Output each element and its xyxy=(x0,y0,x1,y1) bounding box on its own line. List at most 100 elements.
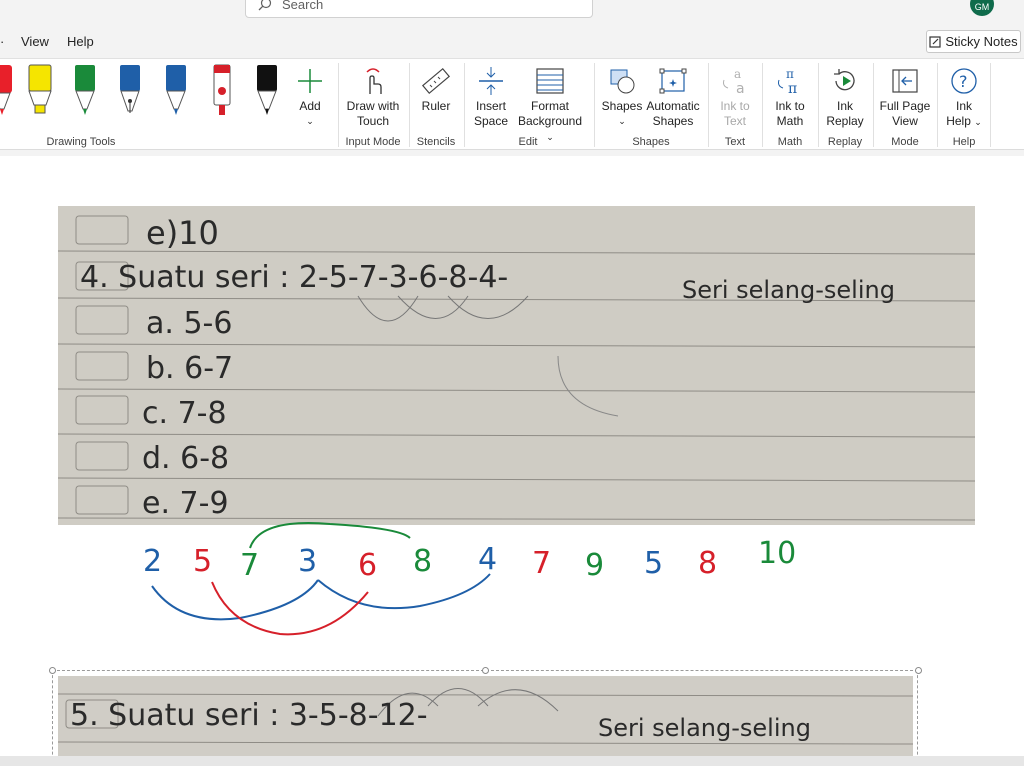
insert-space-button[interactable]: Insert Space xyxy=(470,63,512,129)
photo-option-d: d. 6-8 xyxy=(142,441,230,476)
red-marker-icon[interactable] xyxy=(208,63,236,117)
pi-math-icon: ππ xyxy=(778,67,797,96)
ribbon-divider xyxy=(409,63,410,147)
ink-number: 5 xyxy=(193,544,213,579)
red-ink-arc xyxy=(211,581,369,636)
ribbon-divider xyxy=(708,63,709,147)
full-page-view-button[interactable]: Full Page View xyxy=(877,63,933,129)
full-page-view-label-1: Full Page xyxy=(879,99,931,113)
ink-number: 7 xyxy=(532,546,552,581)
search-box[interactable]: Search xyxy=(245,0,593,18)
ruler-button[interactable]: Ruler xyxy=(414,63,458,114)
photo-line-question-4: 4. Suatu seri : 2-5-7-3-6-8-4- xyxy=(80,260,509,295)
svg-text:a: a xyxy=(736,81,745,96)
ink-replay-label-2: Replay xyxy=(826,114,864,128)
blue-pen-icon[interactable] xyxy=(162,63,190,117)
ribbon-divider xyxy=(818,63,819,147)
ribbon-divider xyxy=(594,63,595,147)
ink-to-math-button[interactable]: ππ Ink to Math xyxy=(766,63,814,129)
sticky-notes-button[interactable]: Sticky Notes xyxy=(926,30,1021,53)
ink-help-button[interactable]: ? Ink Help ⌄ xyxy=(942,63,986,130)
full-page-view-label-2: View xyxy=(892,114,918,128)
automatic-shapes-label-1: Automatic xyxy=(646,99,700,113)
ribbon-divider xyxy=(464,63,465,147)
plus-icon xyxy=(298,69,322,93)
ink-to-text-icon: aa xyxy=(723,67,745,96)
draw-with-touch-button[interactable]: Draw with Touch xyxy=(343,63,403,129)
ribbon-divider xyxy=(338,63,339,147)
ink-replay-button[interactable]: Ink Replay xyxy=(822,63,868,129)
ink-number: 5 xyxy=(644,546,664,581)
ribbon-divider xyxy=(762,63,763,147)
selection-frame[interactable] xyxy=(49,667,922,766)
sticky-note-icon xyxy=(929,35,941,48)
group-replay: Replay xyxy=(827,136,863,148)
ink-to-math-label-2: Math xyxy=(776,114,804,128)
group-shapes: Shapes xyxy=(632,136,670,148)
ink-number: 8 xyxy=(698,546,718,581)
shapes-button[interactable]: Shapes ⌄ xyxy=(600,63,644,129)
photo-option-e: e. 7-9 xyxy=(142,486,229,521)
status-bar xyxy=(0,756,1024,766)
page-canvas[interactable]: e)10 4. Suatu seri : 2-5-7-3-6-8-4- Seri… xyxy=(0,156,1024,766)
automatic-shapes-button[interactable]: Automatic Shapes xyxy=(644,63,702,129)
help-icon: ? xyxy=(951,68,977,94)
group-edit: Edit xyxy=(518,136,538,148)
ink-to-math-label-1: Ink to xyxy=(775,99,805,113)
yellow-highlighter-icon[interactable] xyxy=(26,63,54,117)
ribbon-divider xyxy=(873,63,874,147)
ink-help-label-1: Ink xyxy=(955,99,972,113)
black-pen-icon[interactable] xyxy=(253,63,281,117)
ruler-label: Ruler xyxy=(421,99,451,113)
avatar-initials: GM xyxy=(974,2,990,12)
shapes-label: Shapes xyxy=(601,99,643,113)
draw-with-touch-label-2: Touch xyxy=(356,114,390,128)
menu-view[interactable]: View xyxy=(21,34,49,49)
add-label: Add xyxy=(299,99,321,113)
resize-handle[interactable] xyxy=(49,667,56,674)
group-text: Text xyxy=(724,136,746,148)
insert-space-label-1: Insert xyxy=(475,99,506,113)
ribbon-divider xyxy=(990,63,991,147)
ink-number: 6 xyxy=(358,548,378,583)
ink-number: 2 xyxy=(143,544,163,579)
format-background-label-1: Format xyxy=(530,99,569,113)
svg-text:π: π xyxy=(786,67,794,81)
menu-help[interactable]: Help xyxy=(67,34,94,49)
replay-icon xyxy=(834,69,855,91)
automatic-shapes-label-2: Shapes xyxy=(652,114,694,128)
automatic-shapes-icon xyxy=(659,68,687,94)
ribbon: Add ⌄ Drawing Tools Draw with Touch Inpu… xyxy=(0,58,1024,150)
ink-to-text-button[interactable]: aa Ink to Text xyxy=(713,63,757,129)
resize-handle[interactable] xyxy=(915,667,922,674)
svg-text:π: π xyxy=(788,81,797,96)
menu-bar: · View Help xyxy=(0,28,1024,56)
blue-ink-arc-1 xyxy=(151,579,319,621)
search-icon xyxy=(258,0,272,11)
ink-replay-label-1: Ink xyxy=(836,99,853,113)
ink-number: 9 xyxy=(585,548,605,583)
avatar[interactable]: GM xyxy=(970,0,994,16)
search-placeholder: Search xyxy=(282,0,324,12)
chevron-down-icon: ⌄ xyxy=(974,117,982,127)
ruler-icon xyxy=(421,67,451,95)
ink-number: 10 xyxy=(758,536,797,571)
ink-number: 8 xyxy=(413,544,433,579)
group-math: Math xyxy=(777,136,803,148)
format-background-label-2: Background xyxy=(517,114,583,128)
group-mode: Mode xyxy=(891,136,919,148)
ink-number: 4 xyxy=(478,542,498,577)
format-background-button[interactable]: Format Background ⌄ xyxy=(513,63,587,145)
add-pen-button[interactable]: Add ⌄ xyxy=(292,63,328,129)
red-pen-icon[interactable] xyxy=(0,63,16,117)
insert-space-label-2: Space xyxy=(473,114,509,128)
blue-ink-arc-2 xyxy=(317,573,491,610)
svg-text:?: ? xyxy=(959,72,968,91)
resize-handle[interactable] xyxy=(482,667,489,674)
green-pen-icon[interactable] xyxy=(71,63,99,117)
green-ink-arc xyxy=(249,522,411,549)
blue-fountain-pen-icon[interactable] xyxy=(116,63,144,117)
ribbon-divider xyxy=(937,63,938,147)
photo-option-a: a. 5-6 xyxy=(146,306,233,341)
draw-with-touch-label-1: Draw with xyxy=(346,99,400,113)
